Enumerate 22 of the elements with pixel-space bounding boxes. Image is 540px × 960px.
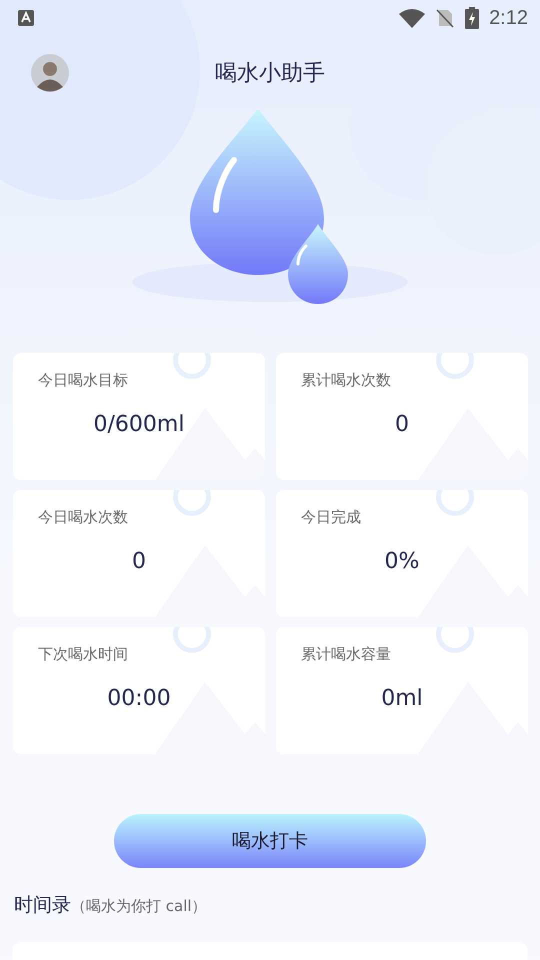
check-in-button[interactable]: 喝水打卡 [114,814,426,868]
stat-label: 今日完成 [301,508,361,527]
section-subtitle: （喝水为你打 call） [71,897,207,916]
stat-value: 0/600ml [94,412,184,437]
battery-icon [465,7,480,29]
stat-value: 0ml [381,686,423,711]
stat-value: 0 [132,549,146,574]
app-title: 喝水小助手 [215,60,325,88]
no-sim-icon [435,8,456,28]
section-title: 时间录 [14,893,71,918]
stat-label: 下次喝水时间 [38,645,128,664]
stat-value: 00:00 [107,686,171,711]
wifi-icon [399,8,426,28]
keyboard-icon [18,10,34,26]
stat-label: 累计喝水容量 [301,645,391,664]
stat-value: 0% [384,549,420,574]
stat-label: 累计喝水次数 [301,371,391,390]
avatar-icon[interactable] [31,54,69,92]
stat-label: 今日喝水目标 [38,371,128,390]
stat-label: 今日喝水次数 [38,508,128,527]
status-time: 2:12 [489,6,528,30]
stat-value: 0 [395,412,409,437]
